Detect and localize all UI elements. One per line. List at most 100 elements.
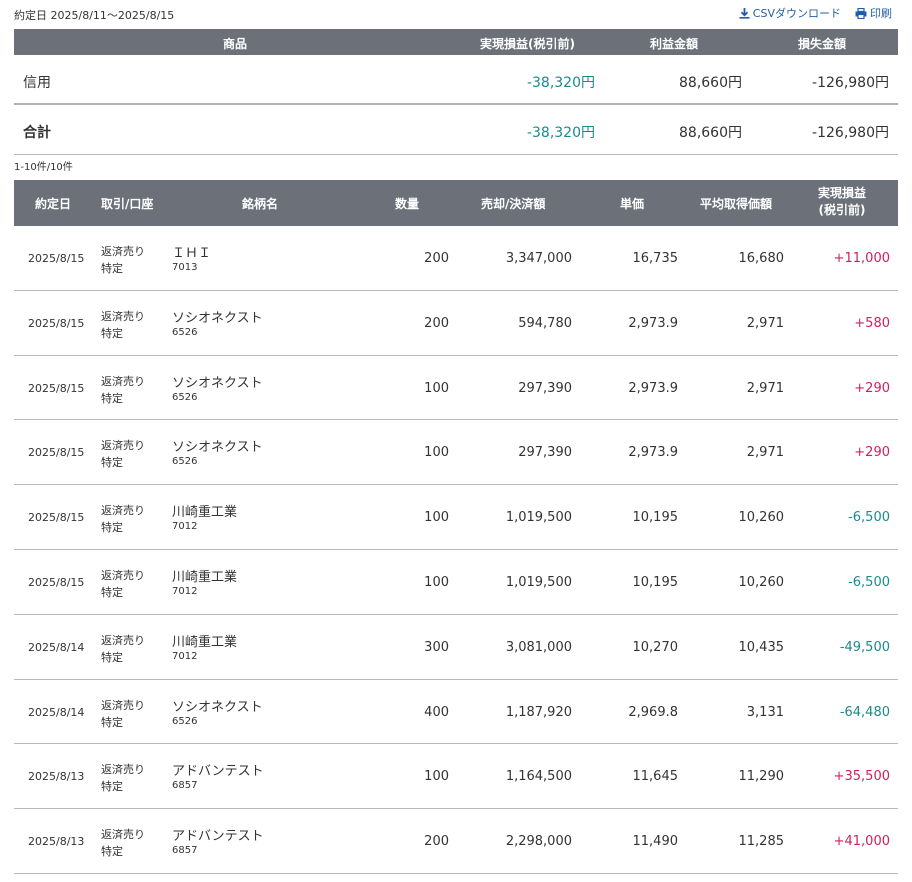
print-link[interactable]: 印刷 [855, 5, 892, 21]
table-row: 2025/8/13 返済売り 特定 アドバンテスト 6857 100 1,164,500 11… [14, 744, 898, 810]
account-type: 特定 [101, 585, 123, 599]
period-label: 約定日 2025/8/11～2025/8/15 [14, 9, 175, 22]
average-cost: 2,971 [746, 445, 784, 461]
stock-code: 7012 [172, 650, 198, 662]
trade-date: 2025/8/15 [28, 252, 85, 265]
summary-row-credit: 信用 -38,320円 88,660円 -126,980円 [14, 55, 898, 105]
trade-type: 返済売り [101, 698, 145, 712]
settlement-amount: 3,081,000 [505, 639, 572, 655]
detail-header-name: 銘柄名 [242, 197, 279, 211]
summary-header-realized: 実現損益(税引前) [480, 37, 575, 51]
average-cost: 3,131 [746, 704, 784, 720]
stock-name: ＩＨＩ [172, 246, 212, 261]
printer-icon [855, 7, 867, 19]
realized-pl: -49,500 [839, 639, 890, 655]
stock-code: 6526 [172, 715, 198, 727]
account-type: 特定 [101, 262, 123, 275]
stock-code: 6526 [172, 391, 198, 403]
detail-header-date: 約定日 [35, 197, 72, 211]
trade-type: 返済売り [101, 309, 145, 323]
detail-header-qty: 数量 [395, 197, 420, 211]
unit-price: 2,973.9 [628, 315, 678, 331]
trade-type: 返済売り [101, 763, 145, 777]
top-bar: 約定日 2025/8/11～2025/8/15 CSVダウンロード 印刷 [14, 0, 898, 28]
detail-header-pl: 実現損益 (税引前) [818, 185, 866, 219]
stock-code: 7012 [172, 521, 198, 533]
stock-code: 6857 [172, 780, 198, 792]
trade-date: 2025/8/15 [28, 316, 85, 330]
realized-pl: -64,480 [839, 704, 890, 720]
realized-pl: +41,000 [833, 834, 890, 850]
unit-price: 10,195 [632, 574, 679, 590]
quantity: 200 [424, 251, 449, 266]
detail-table: 約定日 取引/口座 銘柄名 数量 売却/決済額 単価 平均取得価額 実現損益 (… [14, 180, 898, 874]
trade-date: 2025/8/15 [28, 575, 85, 589]
detail-header-amount: 売却/決済額 [481, 197, 546, 211]
summary-realized: -38,320円 [526, 75, 595, 91]
table-row: 2025/8/15 返済売り 特定 ソシオネクスト 6526 200 594,780 2,97… [14, 291, 898, 356]
table-row: 2025/8/15 返済売り 特定 川崎重工業 7012 100 1,019,500 10,1… [14, 550, 898, 615]
trade-type: 返済売り [101, 439, 145, 453]
average-cost: 11,285 [738, 834, 785, 850]
summary-loss: -126,980円 [812, 125, 889, 141]
summary-loss: -126,980円 [812, 75, 889, 91]
stock-name: アドバンテスト [172, 764, 264, 780]
stock-name: ソシオネクスト [172, 310, 263, 326]
unit-price: 2,969.8 [628, 704, 678, 720]
trade-date: 2025/8/15 [28, 381, 85, 395]
csv-download-link[interactable]: CSVダウンロード [739, 5, 841, 21]
summary-profit: 88,660円 [679, 125, 742, 141]
settlement-amount: 2,298,000 [505, 834, 572, 850]
average-cost: 11,290 [738, 769, 785, 785]
table-row: 2025/8/15 返済売り 特定 ＩＨＩ 7013 200 3,347,000 16,735… [14, 226, 898, 291]
trade-date: 2025/8/14 [28, 640, 85, 654]
summary-header-loss: 損失金額 [798, 37, 847, 51]
summary-header-profit: 利益金額 [650, 37, 699, 51]
settlement-amount: 297,390 [518, 380, 572, 396]
stock-name: 川崎重工業 [172, 634, 238, 650]
trade-type: 返済売り [101, 374, 145, 388]
account-type: 特定 [101, 326, 123, 340]
quantity: 100 [424, 380, 449, 396]
result-count: 1-10件/10件 [14, 162, 73, 173]
settlement-amount: 297,390 [518, 445, 572, 461]
quantity: 100 [424, 574, 449, 590]
quantity: 200 [424, 834, 449, 850]
trade-date: 2025/8/13 [28, 835, 85, 849]
summary-header-product: 商品 [223, 37, 248, 51]
settlement-amount: 1,019,500 [505, 574, 572, 590]
stock-code: 6857 [172, 845, 198, 857]
summary-row-label: 信用 [23, 75, 51, 91]
stock-name: 川崎重工業 [172, 569, 238, 585]
quantity: 100 [424, 510, 449, 526]
summary-row-label: 合計 [23, 125, 51, 141]
quantity: 400 [424, 704, 449, 720]
account-type: 特定 [101, 715, 123, 729]
account-type: 特定 [101, 780, 123, 794]
average-cost: 10,260 [738, 574, 785, 590]
table-row: 2025/8/13 返済売り 特定 アドバンテスト 6857 200 2,298,000 11… [14, 809, 898, 874]
account-type: 特定 [101, 456, 123, 470]
detail-rows: 2025/8/15 返済売り 特定 ＩＨＩ 7013 200 3,347,000 16,735… [14, 226, 898, 874]
account-type: 特定 [101, 391, 123, 405]
realized-pl: -6,500 [848, 510, 890, 526]
stock-name: 川崎重工業 [172, 505, 238, 521]
table-row: 2025/8/14 返済売り 特定 川崎重工業 7012 300 3,081,000 10,2… [14, 615, 898, 680]
realized-pl: +11,000 [833, 251, 890, 266]
actions: CSVダウンロード 印刷 [739, 5, 892, 21]
summary-realized: -38,320円 [526, 125, 595, 141]
print-label: 印刷 [870, 7, 892, 20]
stock-name: ソシオネクスト [172, 375, 263, 391]
stock-code: 6526 [172, 456, 198, 468]
settlement-amount: 594,780 [518, 315, 572, 331]
trade-type: 返済売り [101, 504, 145, 518]
settlement-amount: 3,347,000 [505, 251, 572, 266]
summary-profit: 88,660円 [679, 75, 742, 91]
detail-header: 約定日 取引/口座 銘柄名 数量 売却/決済額 単価 平均取得価額 実現損益 (… [14, 180, 898, 226]
detail-header-pl-line1: 実現損益 [818, 186, 867, 200]
quantity: 100 [424, 769, 449, 785]
detail-header-avg: 平均取得価額 [700, 197, 773, 211]
quantity: 200 [424, 315, 449, 331]
average-cost: 10,260 [738, 510, 785, 526]
unit-price: 16,735 [632, 251, 679, 266]
